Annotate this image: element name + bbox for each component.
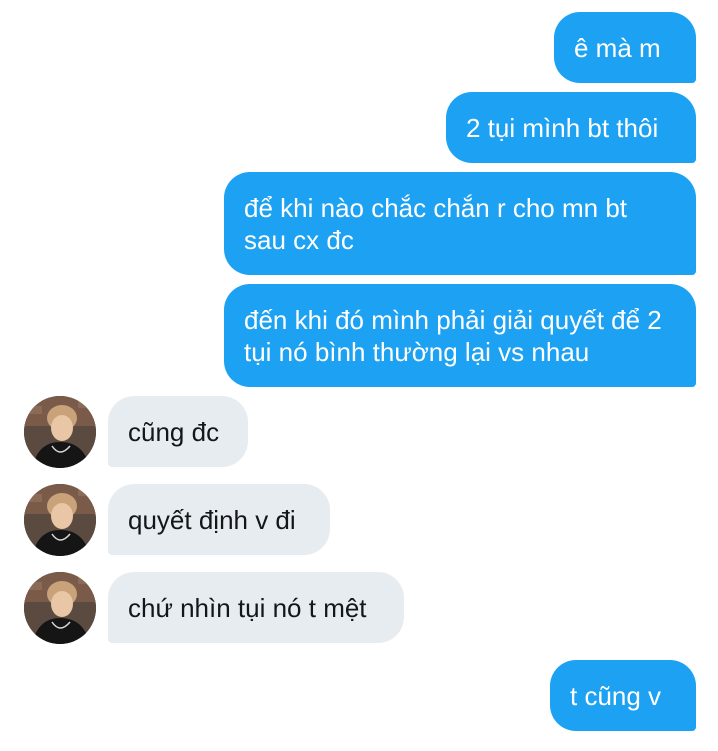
message-text: t cũng v bbox=[570, 680, 662, 711]
user-avatar-icon bbox=[24, 572, 96, 644]
message-bubble-outgoing[interactable]: ê mà m bbox=[554, 12, 696, 83]
message-text: để khi nào chắc chắn r cho mn bt sau cx … bbox=[244, 192, 628, 255]
message-bubble-outgoing[interactable]: đến khi đó mình phải giải quyết để 2 tụi… bbox=[224, 284, 696, 387]
message-text: quyết định v đi bbox=[128, 504, 296, 535]
message-bubble-outgoing[interactable]: 2 tụi mình bt thôi bbox=[446, 92, 696, 163]
message-bubble-incoming[interactable]: cũng đc bbox=[108, 396, 248, 467]
message-text: cũng đc bbox=[128, 416, 220, 447]
sender-avatar[interactable] bbox=[24, 484, 96, 556]
message-text: ê mà m bbox=[574, 32, 661, 63]
message-bubble-outgoing[interactable]: để khi nào chắc chắn r cho mn bt sau cx … bbox=[224, 172, 696, 275]
message-text: 2 tụi mình bt thôi bbox=[466, 112, 659, 143]
sender-avatar[interactable] bbox=[24, 572, 96, 644]
message-text: chứ nhìn tụi nó t mệt bbox=[128, 592, 367, 623]
message-bubble-outgoing[interactable]: t cũng v bbox=[550, 660, 696, 731]
message-bubble-incoming[interactable]: chứ nhìn tụi nó t mệt bbox=[108, 572, 404, 643]
message-thread: ê mà m 2 tụi mình bt thôi để khi nào chắ… bbox=[0, 0, 718, 751]
message-bubble-incoming[interactable]: quyết định v đi bbox=[108, 484, 330, 555]
user-avatar-icon bbox=[24, 484, 96, 556]
message-text: đến khi đó mình phải giải quyết để 2 tụi… bbox=[244, 304, 662, 367]
user-avatar-icon bbox=[24, 396, 96, 468]
sender-avatar[interactable] bbox=[24, 396, 96, 468]
